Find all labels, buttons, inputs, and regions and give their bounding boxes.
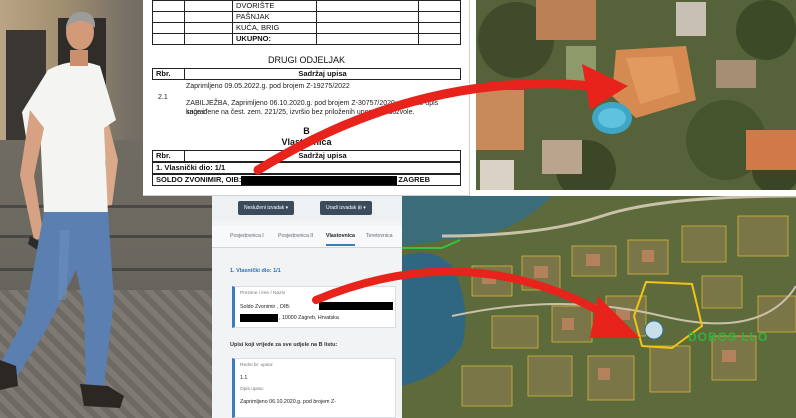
entry-line: Zaprimljeno 09.05.2022.g. pod brojem Z-1…: [186, 83, 350, 90]
entry-description-label: Opis upisa:: [240, 387, 264, 392]
entry-line: sagrađene na čest. zem. 221/25, izvršio …: [186, 109, 415, 116]
sheet-letter: B: [303, 126, 310, 136]
owner-name: SOLDO ZVONIMIR, OIB:: [156, 175, 242, 184]
col-sadrzaj: Sadržaj upisa: [298, 69, 347, 78]
parcel-cell: DVORIŠTE: [232, 0, 317, 12]
redaction-bar: [319, 302, 393, 310]
ownership-share: 1. Vlasnički dio: 1/1: [152, 162, 461, 174]
ownership-title: 1. Vlasnički dio: 1/1: [230, 268, 281, 274]
col-rbr: Rbr.: [153, 69, 185, 79]
col-sadrzaj: Sadržaj upisa: [298, 151, 347, 160]
entry-number-label: Redni br. upisa:: [240, 363, 274, 368]
entry-card: Redni br. upisa: 1.1 Opis upisa: Zapriml…: [232, 358, 396, 418]
table-header: Rbr. Sadržaj upisa: [152, 150, 461, 162]
entry-number-value: 1.1: [240, 375, 248, 381]
cadastral-map: [402, 196, 796, 418]
col-rbr: Rbr.: [153, 151, 185, 161]
entry-number: 2.1: [158, 94, 168, 101]
make-extract-button[interactable]: Uradi izvadak ⊞ ▾: [320, 201, 372, 215]
owner-card: Prezime i ime / Naziv Soldo Zvonimir , O…: [232, 286, 396, 328]
tab-teretovnica[interactable]: Teretovnica: [366, 233, 393, 239]
table-header: Rbr. Sadržaj upisa: [152, 68, 461, 80]
registry-web-app: Nesluženi izvadak ▾ Uradi izvadak ⊞ ▾ Po…: [212, 196, 402, 418]
tab-posjedovnica-2[interactable]: Posjedovnica II: [278, 233, 313, 239]
shared-entries-title: Upisi koji vrijede za sve udjele na B li…: [230, 342, 338, 348]
redaction-bar: [240, 314, 278, 322]
total-label: UKUPNO:: [232, 33, 317, 45]
owner-label: Prezime i ime / Naziv: [240, 291, 286, 296]
parcel-cell: PAŠNJAK: [232, 11, 317, 23]
toolbar: Nesluženi izvadak ▾ Uradi izvadak ⊞ ▾: [212, 196, 402, 220]
satellite-image: [476, 0, 796, 190]
entry-description-value: Zaprimljeno 06.10.2020.g. pod brojem Z-: [240, 399, 336, 405]
parcel-table: DVORIŠTE PAŠNJAK KUĆA, BRIG UKUPNO:: [152, 0, 461, 45]
sheet-title: Vlastovnica: [281, 137, 332, 147]
tab-posjedovnica-1[interactable]: Posjedovnica I: [230, 233, 264, 239]
tab-vlastovnica[interactable]: Vlastovnica: [326, 233, 355, 246]
map-label: DOBOS LLO: [688, 330, 769, 344]
sheet-tabs: Posjedovnica I Posjedovnica II Vlastovni…: [212, 226, 402, 248]
unofficial-extract-button[interactable]: Nesluženi izvadak ▾: [238, 201, 295, 215]
owner-address: , 10000 Zagreb, Hrvatska: [279, 315, 339, 321]
owner-value: Soldo Zvonimir , OIB:: [240, 304, 291, 310]
redaction-bar: [241, 176, 397, 185]
registry-entry: 2.1 Zaprimljeno 09.05.2022.g. pod brojem…: [152, 80, 461, 120]
land-registry-document: DVORIŠTE PAŠNJAK KUĆA, BRIG UKUPNO: DRUG…: [143, 0, 470, 196]
parcel-cell: KUĆA, BRIG: [232, 22, 317, 34]
section-title: DRUGI ODJELJAK: [267, 55, 345, 65]
